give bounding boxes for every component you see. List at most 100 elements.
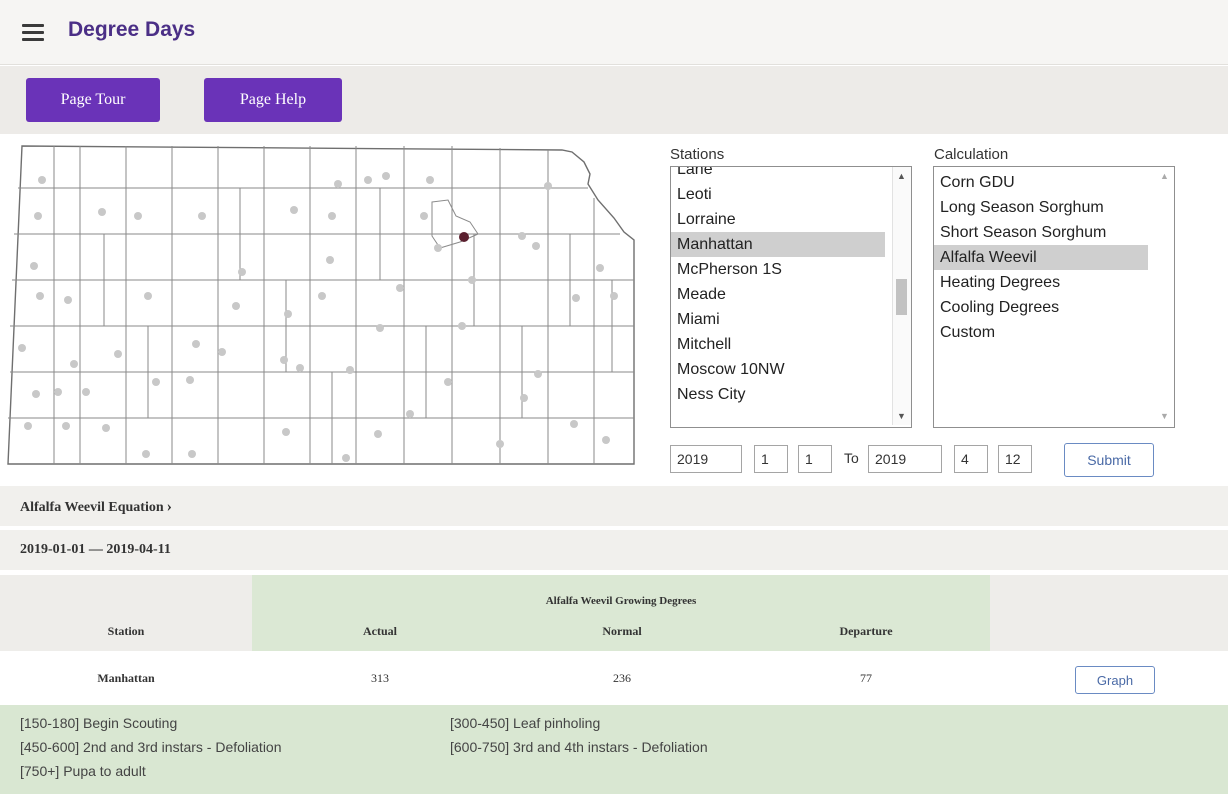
scroll-down-icon[interactable]: ▼ [897,411,906,421]
end-day-input[interactable] [998,445,1032,473]
station-marker[interactable] [24,422,32,430]
station-marker[interactable] [318,292,326,300]
station-marker[interactable] [36,292,44,300]
calculation-option[interactable]: Custom [934,320,1148,345]
station-marker[interactable] [572,294,580,302]
stations-listbox[interactable]: Lane Leoti Lorraine Manhattan McPherson 1S Me… [670,166,912,428]
station-marker[interactable] [192,340,200,348]
station-marker[interactable] [144,292,152,300]
end-year-input[interactable] [868,445,942,473]
station-marker[interactable] [328,212,336,220]
calculation-option[interactable]: Cooling Degrees [934,295,1148,320]
station-marker[interactable] [496,440,504,448]
station-marker[interactable] [396,284,404,292]
station-marker[interactable] [468,276,476,284]
station-marker[interactable] [54,388,62,396]
station-marker[interactable] [82,388,90,396]
station-marker[interactable] [98,208,106,216]
station-option[interactable]: Lane [671,167,885,182]
station-marker[interactable] [374,430,382,438]
station-option[interactable]: Lorraine [671,207,885,232]
scroll-up-icon[interactable]: ▲ [897,171,906,181]
station-option[interactable]: Ness City [671,382,885,407]
station-marker[interactable] [382,172,390,180]
selected-station-marker[interactable] [459,232,469,242]
scroll-up-icon[interactable]: ▲ [1160,171,1169,181]
page-tour-button[interactable]: Page Tour [26,78,160,122]
end-month-input[interactable] [954,445,988,473]
station-marker[interactable] [346,366,354,374]
station-marker[interactable] [186,376,194,384]
stations-scrollbar[interactable]: ▲ ▼ [892,167,911,425]
station-marker[interactable] [602,436,610,444]
start-day-input[interactable] [798,445,832,473]
station-marker[interactable] [18,344,26,352]
station-marker[interactable] [62,422,70,430]
graph-button[interactable]: Graph [1075,666,1155,694]
station-option[interactable]: McPherson 1S [671,257,885,282]
station-marker[interactable] [152,378,160,386]
calculation-option[interactable]: Long Season Sorghum [934,195,1148,220]
station-marker[interactable] [114,350,122,358]
station-marker[interactable] [518,232,526,240]
station-marker[interactable] [64,296,72,304]
station-marker[interactable] [420,212,428,220]
scroll-down-icon[interactable]: ▼ [1160,411,1169,421]
calculation-scrollbar[interactable]: ▲ ▼ [1156,167,1174,425]
station-marker[interactable] [280,356,288,364]
start-month-input[interactable] [754,445,788,473]
station-marker[interactable] [520,394,528,402]
start-year-input[interactable] [670,445,742,473]
station-marker[interactable] [426,176,434,184]
equation-row[interactable]: Alfalfa Weevil Equation › [0,486,1228,526]
station-marker[interactable] [32,390,40,398]
station-marker[interactable] [70,360,78,368]
station-marker[interactable] [342,454,350,462]
station-marker[interactable] [218,348,226,356]
station-marker[interactable] [134,212,142,220]
station-marker[interactable] [534,370,542,378]
station-marker[interactable] [406,410,414,418]
station-option[interactable]: Meade [671,282,885,307]
station-marker[interactable] [376,324,384,332]
station-marker[interactable] [458,322,466,330]
station-marker[interactable] [364,176,372,184]
station-marker[interactable] [434,244,442,252]
calculation-option[interactable]: Alfalfa Weevil [934,245,1148,270]
page-help-button[interactable]: Page Help [204,78,342,122]
station-option[interactable]: Mitchell [671,332,885,357]
calculation-option[interactable]: Corn GDU [934,170,1148,195]
stations-scroll-thumb[interactable] [896,279,907,315]
equation-toggle[interactable]: Alfalfa Weevil Equation › [20,498,172,516]
station-marker[interactable] [334,180,342,188]
calculation-option[interactable]: Heating Degrees [934,270,1148,295]
station-option[interactable]: Leoti [671,182,885,207]
station-marker[interactable] [30,262,38,270]
station-marker[interactable] [232,302,240,310]
station-marker[interactable] [326,256,334,264]
calculation-option[interactable]: Short Season Sorghum [934,220,1148,245]
station-marker[interactable] [282,428,290,436]
station-marker[interactable] [34,212,42,220]
station-marker[interactable] [284,310,292,318]
station-marker[interactable] [596,264,604,272]
station-marker[interactable] [198,212,206,220]
station-marker[interactable] [142,450,150,458]
station-marker[interactable] [444,378,452,386]
station-marker[interactable] [544,182,552,190]
calculation-listbox[interactable]: Corn GDU Long Season Sorghum Short Season … [933,166,1175,428]
station-option[interactable]: Miami [671,307,885,332]
station-marker[interactable] [38,176,46,184]
station-option[interactable]: Manhattan [671,232,885,257]
station-marker[interactable] [102,424,110,432]
submit-button[interactable]: Submit [1064,443,1154,477]
station-marker[interactable] [238,268,246,276]
station-marker[interactable] [296,364,304,372]
station-marker[interactable] [532,242,540,250]
station-option[interactable]: Moscow 10NW [671,357,885,382]
station-marker[interactable] [610,292,618,300]
station-marker[interactable] [188,450,196,458]
station-marker[interactable] [570,420,578,428]
station-marker[interactable] [290,206,298,214]
hamburger-menu-icon[interactable] [22,24,44,42]
